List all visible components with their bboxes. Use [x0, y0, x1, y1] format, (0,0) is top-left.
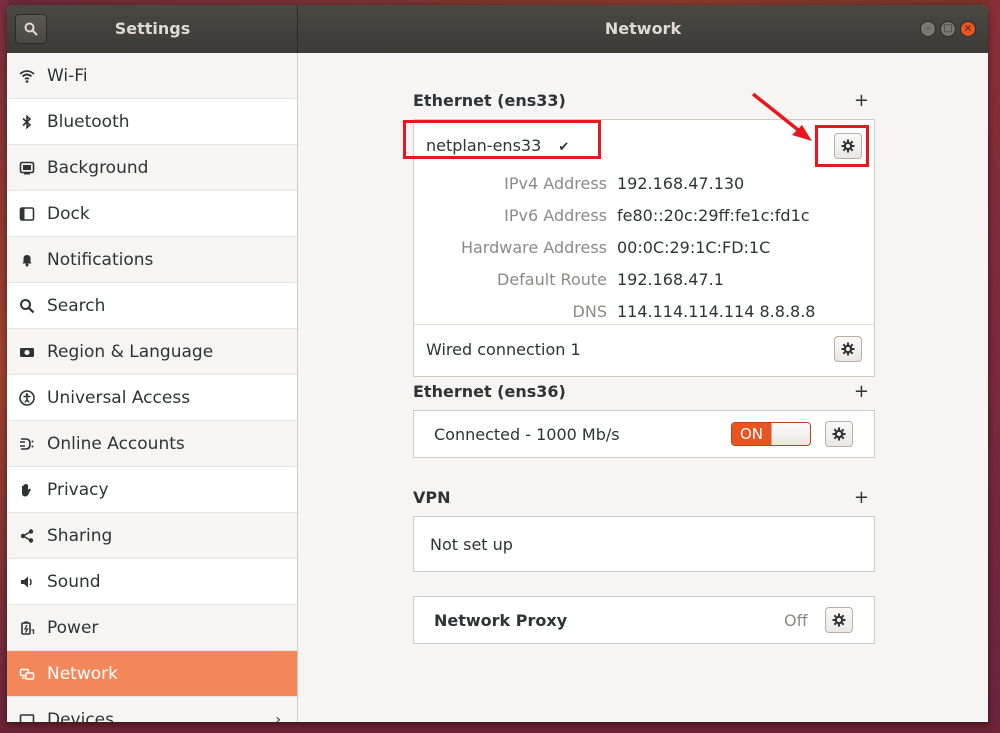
dock-icon	[19, 206, 35, 222]
sidebar-item-background[interactable]: Background	[7, 145, 297, 191]
background-icon	[19, 160, 35, 176]
sidebar-item-label: Bluetooth	[47, 111, 130, 132]
sidebar-item-label: Background	[47, 157, 149, 178]
sidebar-item-label: Privacy	[47, 479, 109, 500]
sidebar-item-notifications[interactable]: Notifications	[7, 237, 297, 283]
ethernet-ens36-panel: Connected - 1000 Mb/s ON	[413, 410, 875, 458]
vpn-panel: Not set up	[413, 516, 875, 572]
minimize-icon: –	[925, 23, 931, 34]
sidebar-item-label: Online Accounts	[47, 433, 185, 454]
connection-status: Connected - 1000 Mb/s	[434, 425, 620, 444]
sidebar-item-label: Network	[47, 663, 118, 684]
sidebar-item-region-language[interactable]: Region & Language	[7, 329, 297, 375]
camera-icon	[19, 344, 35, 360]
section-title: Ethernet (ens33)	[413, 91, 566, 110]
sidebar: Wi-Fi Bluetooth Background Dock Notifica…	[7, 53, 298, 722]
detail-ipv4: IPv4 Address 192.168.47.130	[504, 174, 745, 193]
close-button[interactable]: ×	[960, 21, 976, 37]
divider	[414, 324, 874, 325]
section-vpn-header: VPN +	[413, 487, 875, 508]
maximize-button[interactable]: □	[940, 21, 956, 37]
sidebar-title: Settings	[114, 19, 191, 38]
wired-connection-1-settings-button[interactable]	[834, 336, 862, 362]
sidebar-item-label: Notifications	[47, 249, 154, 270]
sidebar-item-label: Power	[47, 617, 99, 638]
chevron-right-icon: ›	[275, 711, 281, 723]
annotation-box-profile	[403, 120, 601, 159]
search-icon	[19, 298, 35, 314]
desktop-background-right	[988, 0, 1000, 733]
maximize-icon: □	[943, 23, 953, 34]
speaker-icon	[19, 574, 35, 590]
sidebar-item-privacy[interactable]: Privacy	[7, 467, 297, 513]
network-proxy-status: Off	[784, 611, 808, 630]
bluetooth-icon	[19, 114, 35, 130]
sidebar-item-label: Universal Access	[47, 387, 191, 408]
gear-icon	[841, 342, 855, 356]
network-proxy-settings-button[interactable]	[825, 607, 853, 633]
detail-default-route: Default Route 192.168.47.1	[497, 270, 724, 289]
ethernet-ens36-toggle[interactable]: ON	[731, 422, 811, 446]
page-title: Network	[604, 19, 682, 38]
close-icon: ×	[963, 23, 973, 34]
minimize-button[interactable]: –	[920, 21, 936, 37]
ethernet-ens36-settings-button[interactable]	[825, 421, 853, 447]
add-ethernet-ens36-button[interactable]: +	[854, 381, 869, 402]
network-panel: Ethernet (ens33) + netplan-ens33 ✔ IPv4 …	[298, 53, 988, 722]
sidebar-item-label: Sharing	[47, 525, 113, 546]
sidebar-item-sharing[interactable]: Sharing	[7, 513, 297, 559]
sidebar-item-label: Region & Language	[47, 341, 214, 362]
add-ethernet-ens33-button[interactable]: +	[854, 90, 869, 111]
profile-wired-connection-1[interactable]: Wired connection 1	[426, 340, 581, 359]
online-accounts-icon	[19, 436, 35, 452]
titlebar: Settings Network – □ ×	[7, 5, 988, 53]
detail-hardware-address: Hardware Address 00:0C:29:1C:FD:1C	[460, 238, 771, 257]
sidebar-item-online-accounts[interactable]: Online Accounts	[7, 421, 297, 467]
section-title: VPN	[413, 488, 451, 507]
sidebar-item-label: Devices	[47, 709, 114, 723]
gear-icon	[832, 427, 846, 441]
settings-window: Settings Network – □ × Wi-Fi Bluetooth B…	[7, 5, 988, 722]
share-icon	[19, 528, 35, 544]
toggle-on-label: ON	[732, 423, 771, 445]
sidebar-item-search[interactable]: Search	[7, 283, 297, 329]
gear-icon	[832, 613, 846, 627]
power-icon	[19, 620, 35, 636]
titlebar-sidebar-header: Settings	[7, 5, 298, 53]
wifi-icon	[19, 68, 35, 84]
network-proxy-label: Network Proxy	[434, 611, 568, 630]
window-controls: – □ ×	[920, 21, 976, 37]
devices-icon	[19, 712, 35, 722]
section-ethernet-ens36-header: Ethernet (ens36) +	[413, 381, 875, 402]
annotation-arrow-icon	[751, 92, 812, 141]
sidebar-item-network[interactable]: Network	[7, 651, 297, 697]
sidebar-item-label: Sound	[47, 571, 101, 592]
sidebar-item-power[interactable]: Power	[7, 605, 297, 651]
bell-icon	[19, 252, 35, 268]
sidebar-item-sound[interactable]: Sound	[7, 559, 297, 605]
vpn-status: Not set up	[430, 535, 513, 554]
sidebar-item-bluetooth[interactable]: Bluetooth	[7, 99, 297, 145]
detail-dns: DNS 114.114.114.114 8.8.8.8	[572, 302, 816, 321]
sidebar-item-label: Dock	[47, 203, 90, 224]
sidebar-item-label: Search	[47, 295, 106, 316]
sidebar-item-universal-access[interactable]: Universal Access	[7, 375, 297, 421]
toggle-knob	[770, 423, 810, 445]
network-icon	[19, 666, 35, 682]
network-proxy-panel[interactable]: Network Proxy Off	[413, 596, 875, 644]
section-title: Ethernet (ens36)	[413, 382, 566, 401]
annotation-box-gear	[815, 125, 869, 167]
desktop-background-bottom	[0, 722, 1000, 733]
sidebar-item-label: Wi-Fi	[47, 65, 88, 86]
sidebar-item-wifi[interactable]: Wi-Fi	[7, 53, 297, 99]
accessibility-icon	[19, 389, 35, 406]
sidebar-item-dock[interactable]: Dock	[7, 191, 297, 237]
sidebar-item-devices[interactable]: Devices ›	[7, 697, 297, 722]
hand-icon	[19, 482, 35, 498]
detail-ipv6: IPv6 Address fe80::20c:29ff:fe1c:fd1c	[504, 206, 810, 225]
add-vpn-button[interactable]: +	[854, 487, 869, 508]
